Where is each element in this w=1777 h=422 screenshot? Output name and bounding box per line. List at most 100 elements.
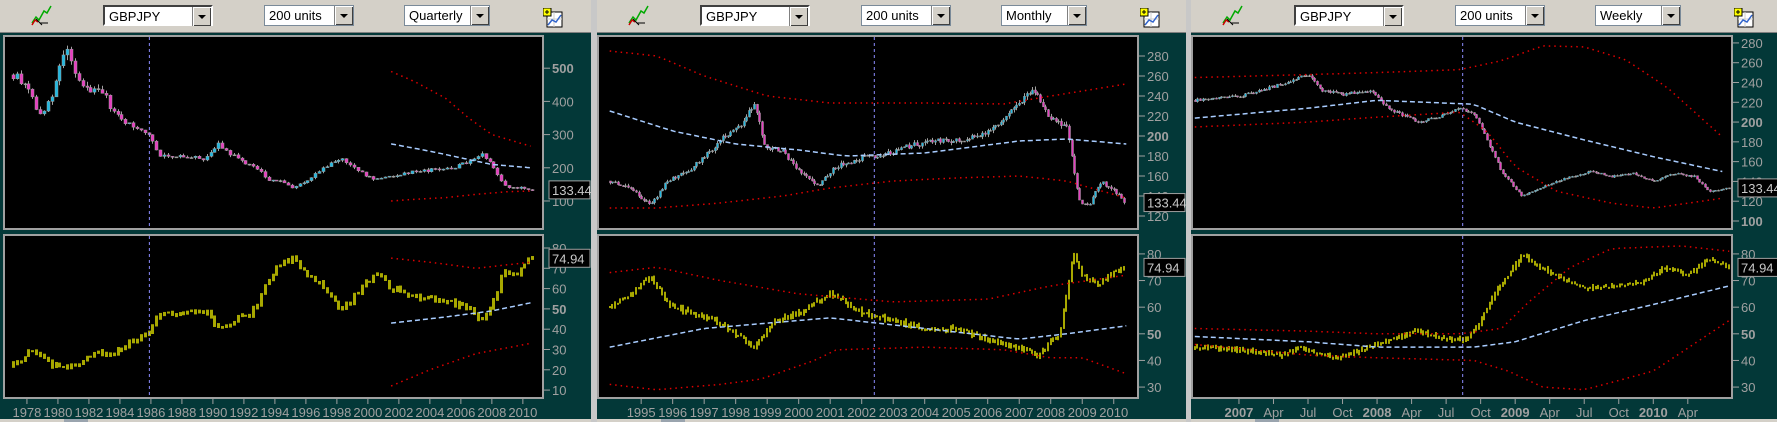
period-dropdown[interactable]: Quarterly (404, 5, 490, 26)
indicator-bar (1123, 266, 1125, 271)
indicator-bar (853, 306, 855, 311)
x-tick-label: 1998 (721, 405, 750, 420)
candle-body (480, 153, 485, 157)
candle (1629, 173, 1632, 176)
symbol-dropdown[interactable]: GBPJPY (103, 5, 213, 26)
candle (1531, 191, 1534, 193)
candle (1483, 127, 1486, 135)
indicator-bar (1113, 270, 1115, 278)
x-tick-label: 1996 (658, 405, 687, 420)
chart-drawing-tool-icon[interactable] (1221, 5, 1243, 27)
indicator-tick-label: 60 (1147, 300, 1161, 315)
symbol-dropdown[interactable]: GBPJPY (1294, 5, 1404, 26)
indicator-bar (345, 301, 348, 310)
chevron-down-icon[interactable] (334, 6, 353, 25)
symbol-dropdown[interactable]: GBPJPY (700, 5, 810, 26)
indicator-bar (1218, 346, 1220, 352)
candle-body (1656, 180, 1659, 182)
chevron-down-icon[interactable] (1383, 7, 1402, 26)
indicator-bar (669, 300, 671, 309)
candle-body (367, 175, 372, 178)
units-dropdown[interactable]: 200 units (1455, 5, 1545, 26)
indicator-bar (624, 296, 626, 300)
add-chart-icon[interactable] (542, 7, 565, 30)
candle-body (1366, 91, 1369, 93)
candle-body (1624, 173, 1627, 176)
indicator-bar (1507, 275, 1509, 280)
period-dropdown[interactable]: Weekly (1595, 5, 1681, 26)
candle (1566, 177, 1569, 180)
units-dropdown[interactable]: 200 units (861, 5, 951, 26)
add-chart-icon[interactable] (1139, 7, 1162, 30)
candle-body (445, 167, 450, 170)
indicator-bar (1534, 260, 1536, 266)
candle-body (879, 155, 882, 158)
indicator-bar (365, 279, 368, 288)
candle-body (224, 148, 229, 151)
candle (1720, 189, 1723, 191)
chevron-down-icon[interactable] (789, 7, 808, 26)
indicator-bar (1473, 328, 1475, 334)
indicator-bar (376, 272, 379, 277)
chevron-down-icon[interactable] (1067, 6, 1086, 25)
candle-body (1021, 102, 1024, 104)
candle-body (414, 170, 419, 173)
candle-body (88, 87, 93, 93)
indicator-bar (1081, 265, 1083, 277)
chevron-down-icon[interactable] (192, 7, 211, 26)
candle (1510, 178, 1513, 183)
candle-body (824, 176, 827, 181)
candle-body (34, 96, 39, 110)
indicator-bar (1632, 282, 1634, 286)
indicator-bar (86, 355, 89, 362)
chart-drawing-tool-icon[interactable] (627, 5, 649, 27)
add-chart-icon[interactable] (1733, 7, 1756, 30)
candle (1454, 109, 1457, 112)
candle-body (1319, 84, 1322, 89)
candle-body (371, 176, 376, 180)
indicator-bar (1454, 338, 1456, 342)
indicator-bar (753, 345, 755, 349)
candle-body (1018, 102, 1021, 106)
candle (1244, 93, 1247, 98)
last-price-label-text: 133.44 (1147, 196, 1186, 211)
candle-body (798, 168, 801, 171)
candle-body (937, 138, 940, 141)
candle-body (900, 147, 903, 151)
candle-body (1247, 92, 1250, 95)
indicator-bar (1380, 342, 1382, 346)
candle (1300, 75, 1303, 78)
indicator-bar (380, 273, 383, 278)
indicator-bar (1656, 272, 1658, 277)
candle-body (1414, 118, 1417, 122)
period-dropdown[interactable]: Monthly (1001, 5, 1087, 26)
candle (672, 176, 675, 181)
indicator-bar (287, 258, 290, 264)
candle-body (433, 168, 438, 170)
candle-body (779, 151, 782, 153)
indicator-bar (719, 321, 721, 327)
candle (1696, 175, 1699, 180)
indicator-bar (70, 363, 73, 370)
indicator-bar (1645, 278, 1647, 282)
chevron-down-icon[interactable] (1661, 6, 1680, 25)
candle-body (232, 154, 237, 157)
chevron-down-icon[interactable] (1525, 6, 1544, 25)
x-tick-label: 2005 (942, 405, 971, 420)
chevron-down-icon[interactable] (931, 6, 950, 25)
candle-body (1094, 191, 1097, 198)
indicator-bar (1008, 342, 1010, 349)
chart-drawing-tool-icon[interactable] (30, 5, 52, 27)
chart-panel-quarterly: 100 200 300 400 500 10 20 30 40 50 60 70 80 1978 1980 1… (0, 0, 591, 422)
candle-body (267, 176, 272, 181)
candle-body (847, 162, 850, 165)
indicator-bar (638, 287, 640, 290)
chevron-down-icon[interactable] (470, 6, 489, 25)
indicator-bar (1202, 347, 1204, 350)
units-dropdown[interactable]: 200 units (264, 5, 354, 26)
indicator-bar (884, 313, 886, 323)
candle-body (1044, 106, 1047, 110)
candle-body (1473, 112, 1476, 115)
candle (1081, 199, 1084, 205)
candle-body (782, 149, 785, 152)
